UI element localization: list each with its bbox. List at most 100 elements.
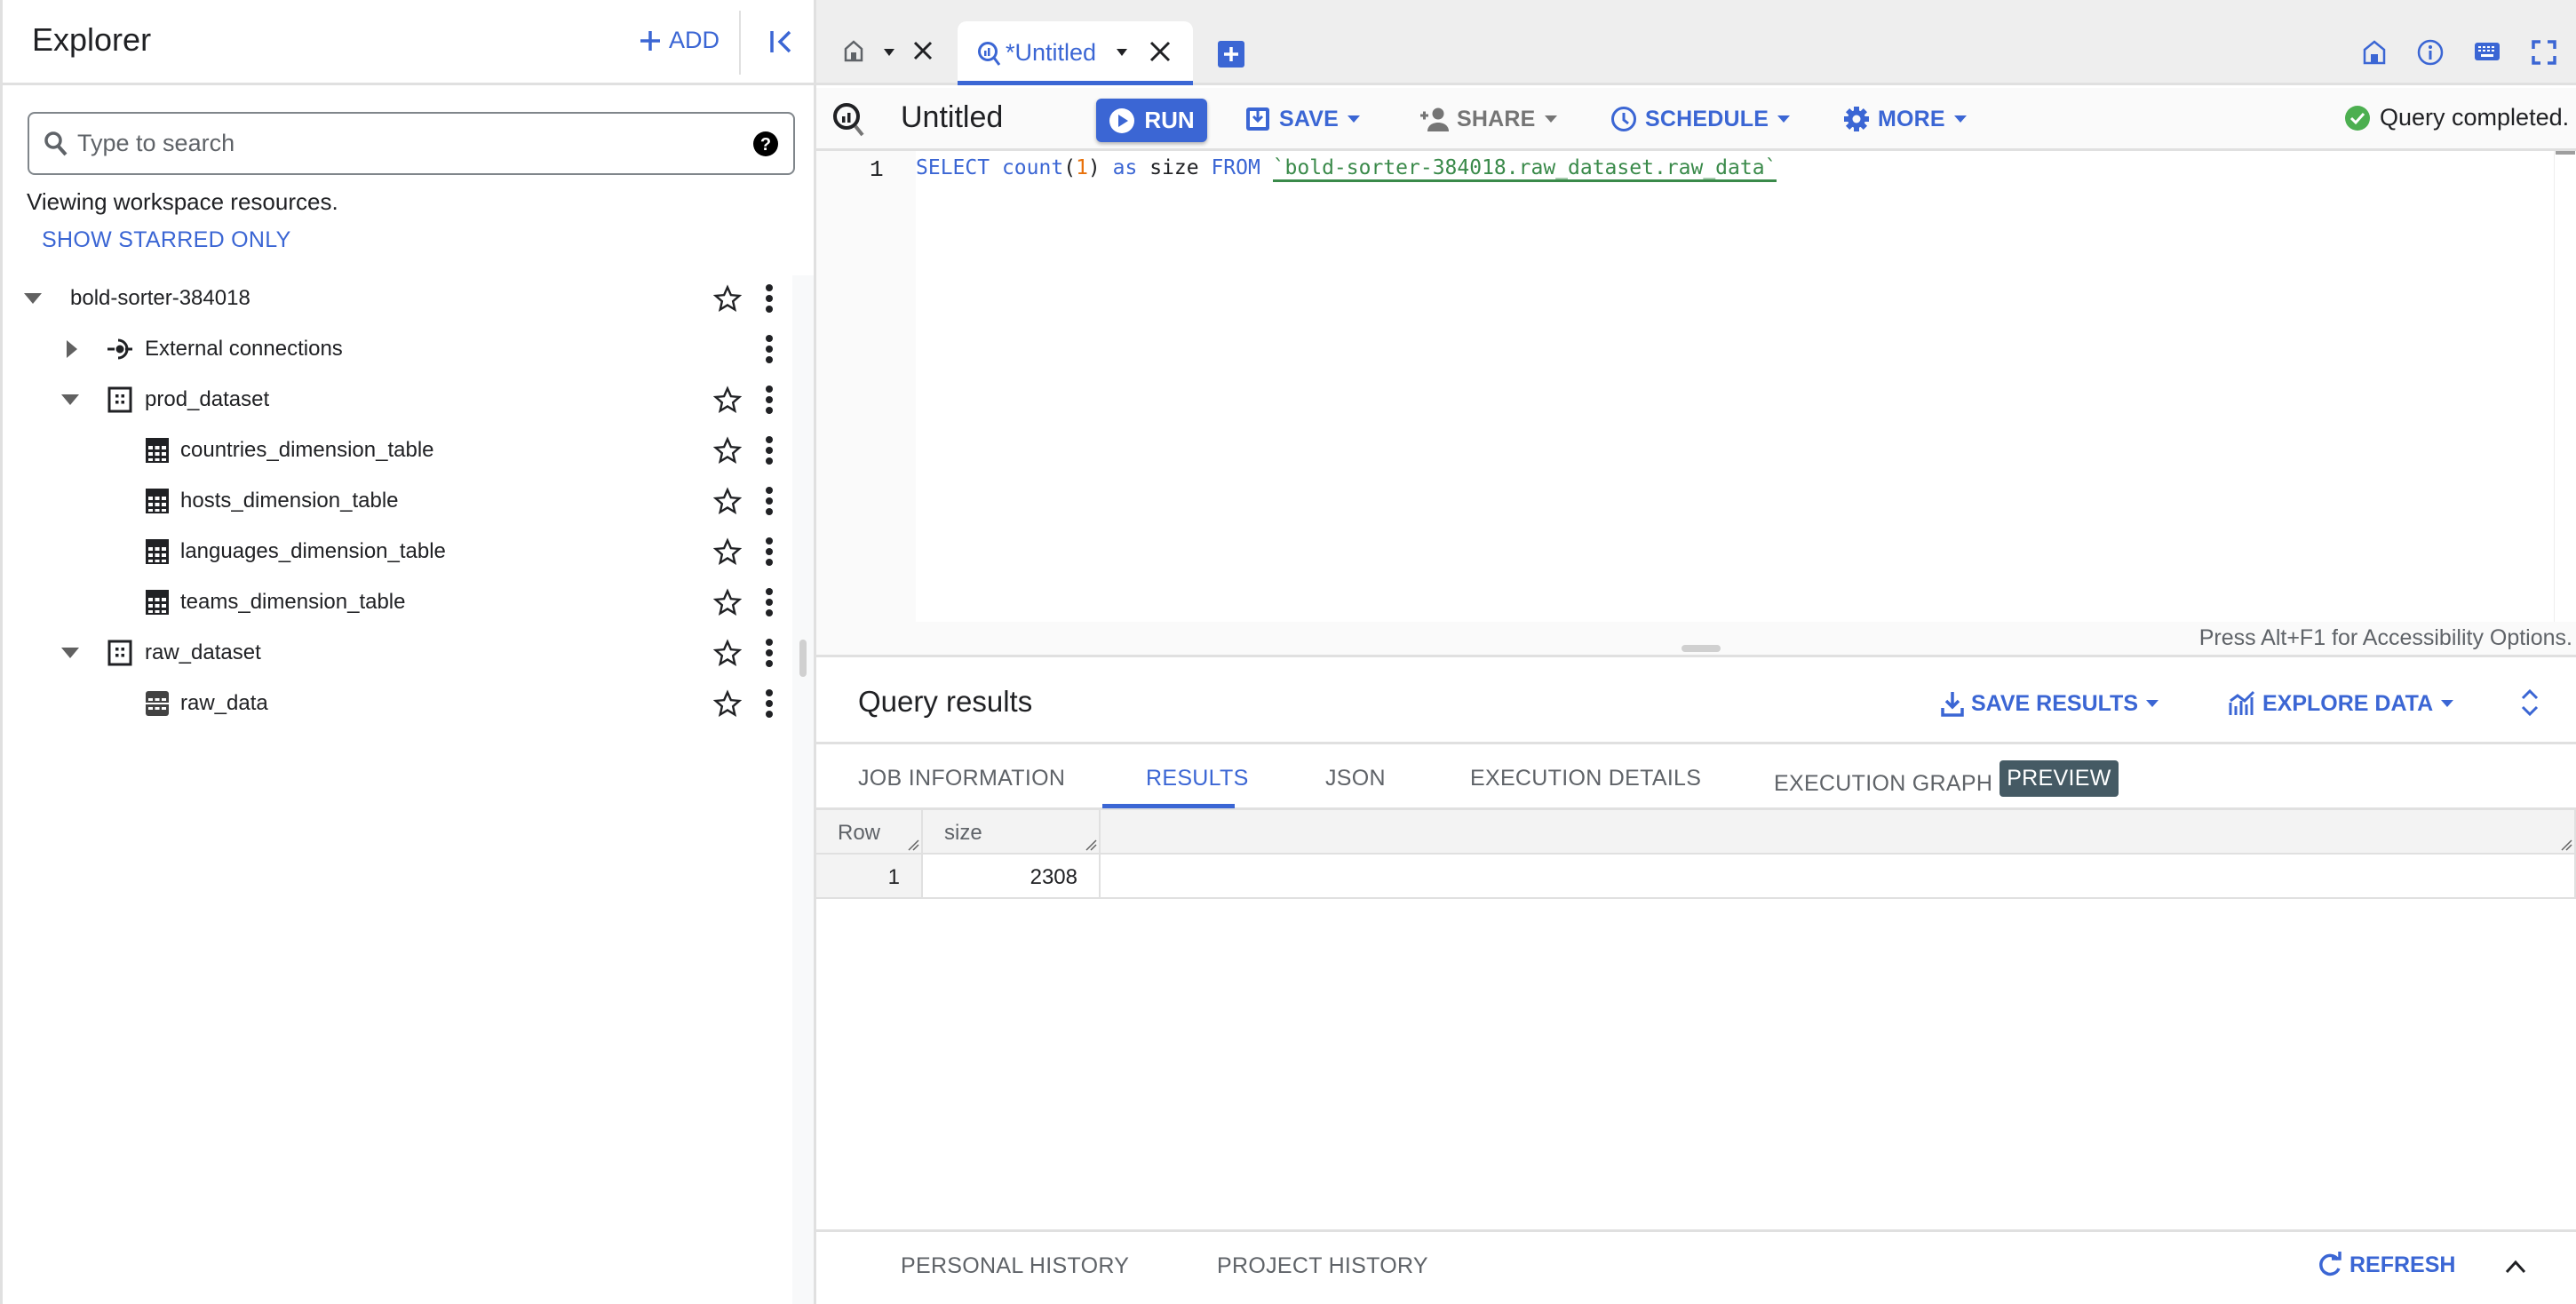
tab-results[interactable]: RESULTS (1146, 766, 1249, 791)
table-cell-size[interactable]: 2308 (923, 855, 1101, 899)
code-token-id (1260, 156, 1273, 179)
star-icon[interactable] (713, 537, 742, 566)
star-icon[interactable] (713, 436, 742, 465)
add-label: ADD (669, 27, 720, 53)
tree-item-external-connections[interactable]: External connections (3, 324, 795, 374)
tree-item-prod-dataset[interactable]: prod_dataset (3, 375, 795, 425)
svg-text:?: ? (760, 135, 771, 155)
editor-scrollbar[interactable] (2554, 151, 2576, 622)
tab-execution-details[interactable]: EXECUTION DETAILS (1470, 766, 1701, 791)
editor-results-split-handle[interactable] (1682, 645, 1721, 652)
tree-item-table[interactable]: hosts_dimension_table (3, 476, 795, 526)
more-vert-icon[interactable] (764, 587, 775, 617)
editor-gutter: 1 (816, 151, 916, 622)
collapse-left-icon (770, 30, 791, 53)
viewing-resources-text: Viewing workspace resources. (27, 188, 338, 215)
home-icon[interactable] (2362, 39, 2387, 66)
tab-dropdown-icon[interactable] (1116, 48, 1128, 57)
home-tab-dropdown-icon[interactable] (883, 48, 895, 57)
tree-item-raw-data[interactable]: raw_data (3, 679, 795, 728)
share-button[interactable]: SHARE (1419, 106, 1558, 132)
tree-item-table[interactable]: teams_dimension_table (3, 577, 795, 627)
schedule-button[interactable]: SCHEDULE (1610, 106, 1791, 132)
download-icon (1941, 692, 1964, 717)
star-icon[interactable] (713, 588, 742, 616)
chevron-up-icon[interactable] (2504, 1259, 2527, 1275)
code-token-id: size (1137, 156, 1212, 179)
results-title: Query results (858, 685, 1033, 718)
info-icon[interactable] (2417, 39, 2444, 66)
editor-scrollbar-thumb[interactable] (2556, 151, 2575, 155)
tab-execution-graph-label: EXECUTION GRAPH (1774, 771, 1993, 796)
save-results-button[interactable]: SAVE RESULTS (1941, 690, 2159, 717)
tree-item-table[interactable]: countries_dimension_table (3, 425, 795, 475)
column-resize-grip-icon[interactable] (907, 839, 919, 851)
tab-job-information[interactable]: JOB INFORMATION (858, 766, 1065, 791)
explore-data-button[interactable]: EXPLORE DATA (2229, 690, 2454, 717)
tree-item-project[interactable]: bold-sorter-384018 (3, 274, 795, 323)
save-button[interactable]: SAVE (1244, 106, 1361, 132)
table-icon (146, 590, 169, 615)
tab-personal-history[interactable]: PERSONAL HISTORY (901, 1253, 1129, 1279)
explorer-header: Explorer ADD (3, 0, 816, 85)
run-button[interactable]: RUN (1096, 99, 1207, 142)
star-icon[interactable] (713, 487, 742, 515)
more-vert-icon[interactable] (764, 334, 775, 364)
tab-execution-graph[interactable]: EXECUTION GRAPH PREVIEW (1774, 760, 2119, 802)
column-resize-grip-icon[interactable] (2560, 839, 2572, 851)
home-tab-close-icon[interactable] (911, 39, 934, 62)
column-resize-grip-icon[interactable] (1085, 839, 1097, 851)
explorer-search-field[interactable]: ? (28, 112, 795, 175)
more-vert-icon[interactable] (764, 688, 775, 719)
more-vert-icon[interactable] (764, 435, 775, 465)
more-vert-icon[interactable] (764, 638, 775, 668)
new-tab-button[interactable] (1218, 41, 1244, 68)
more-vert-icon[interactable] (764, 385, 775, 415)
star-icon[interactable] (713, 386, 742, 414)
home-tab-icon[interactable] (843, 39, 864, 62)
star-icon[interactable] (713, 284, 742, 313)
query-title[interactable]: Untitled (901, 100, 1003, 135)
add-button[interactable]: ADD (639, 27, 720, 54)
tab-close-icon[interactable] (1148, 39, 1173, 64)
query-icon (978, 42, 1001, 66)
more-button[interactable]: MORE (1843, 106, 1968, 132)
expand-collapse-icon[interactable] (2520, 687, 2540, 719)
more-vert-icon[interactable] (764, 486, 775, 516)
show-starred-only-link[interactable]: SHOW STARRED ONLY (42, 227, 291, 253)
explorer-title: Explorer (32, 21, 152, 58)
collapse-panel-button[interactable] (768, 28, 795, 55)
help-icon[interactable]: ? (752, 131, 779, 157)
caret-down-icon[interactable] (60, 642, 81, 664)
save-label: SAVE (1279, 106, 1340, 131)
star-icon[interactable] (713, 689, 742, 718)
caret-down-icon[interactable] (22, 288, 44, 309)
tab-untitled-query[interactable]: *Untitled (958, 21, 1193, 85)
panel-resize-handle[interactable] (799, 640, 807, 677)
keyboard-icon[interactable] (2474, 39, 2500, 64)
tab-json[interactable]: JSON (1325, 766, 1386, 791)
plus-icon (640, 30, 660, 51)
code-token-kw: as (1112, 156, 1138, 179)
fullscreen-icon[interactable] (2531, 39, 2557, 66)
more-vert-icon[interactable] (764, 283, 775, 314)
more-label: MORE (1878, 106, 1945, 131)
accessibility-bar: Press Alt+F1 for Accessibility Options. (816, 622, 2576, 657)
code-token-id (1101, 156, 1113, 179)
code-input-area[interactable]: SELECT count(1) as size FROM `bold-sorte… (916, 151, 2554, 622)
code-token-str: `bold-sorter-384018.raw_dataset.raw_data… (1272, 156, 1777, 182)
refresh-button[interactable]: REFRESH (2318, 1252, 2455, 1278)
column-header-row[interactable]: Row (816, 810, 923, 855)
caret-down-icon[interactable] (60, 389, 81, 410)
column-header-size[interactable]: size (923, 810, 1101, 855)
explorer-search-input[interactable] (77, 130, 752, 157)
tree-item-table[interactable]: languages_dimension_table (3, 527, 795, 576)
query-editor-icon (833, 103, 864, 137)
more-vert-icon[interactable] (764, 537, 775, 567)
tree-item-raw-dataset[interactable]: raw_dataset (3, 628, 795, 678)
tab-project-history[interactable]: PROJECT HISTORY (1217, 1253, 1428, 1279)
chart-icon (2229, 690, 2255, 715)
caret-right-icon[interactable] (61, 338, 83, 360)
dataset-icon (107, 386, 132, 413)
star-icon[interactable] (713, 639, 742, 667)
